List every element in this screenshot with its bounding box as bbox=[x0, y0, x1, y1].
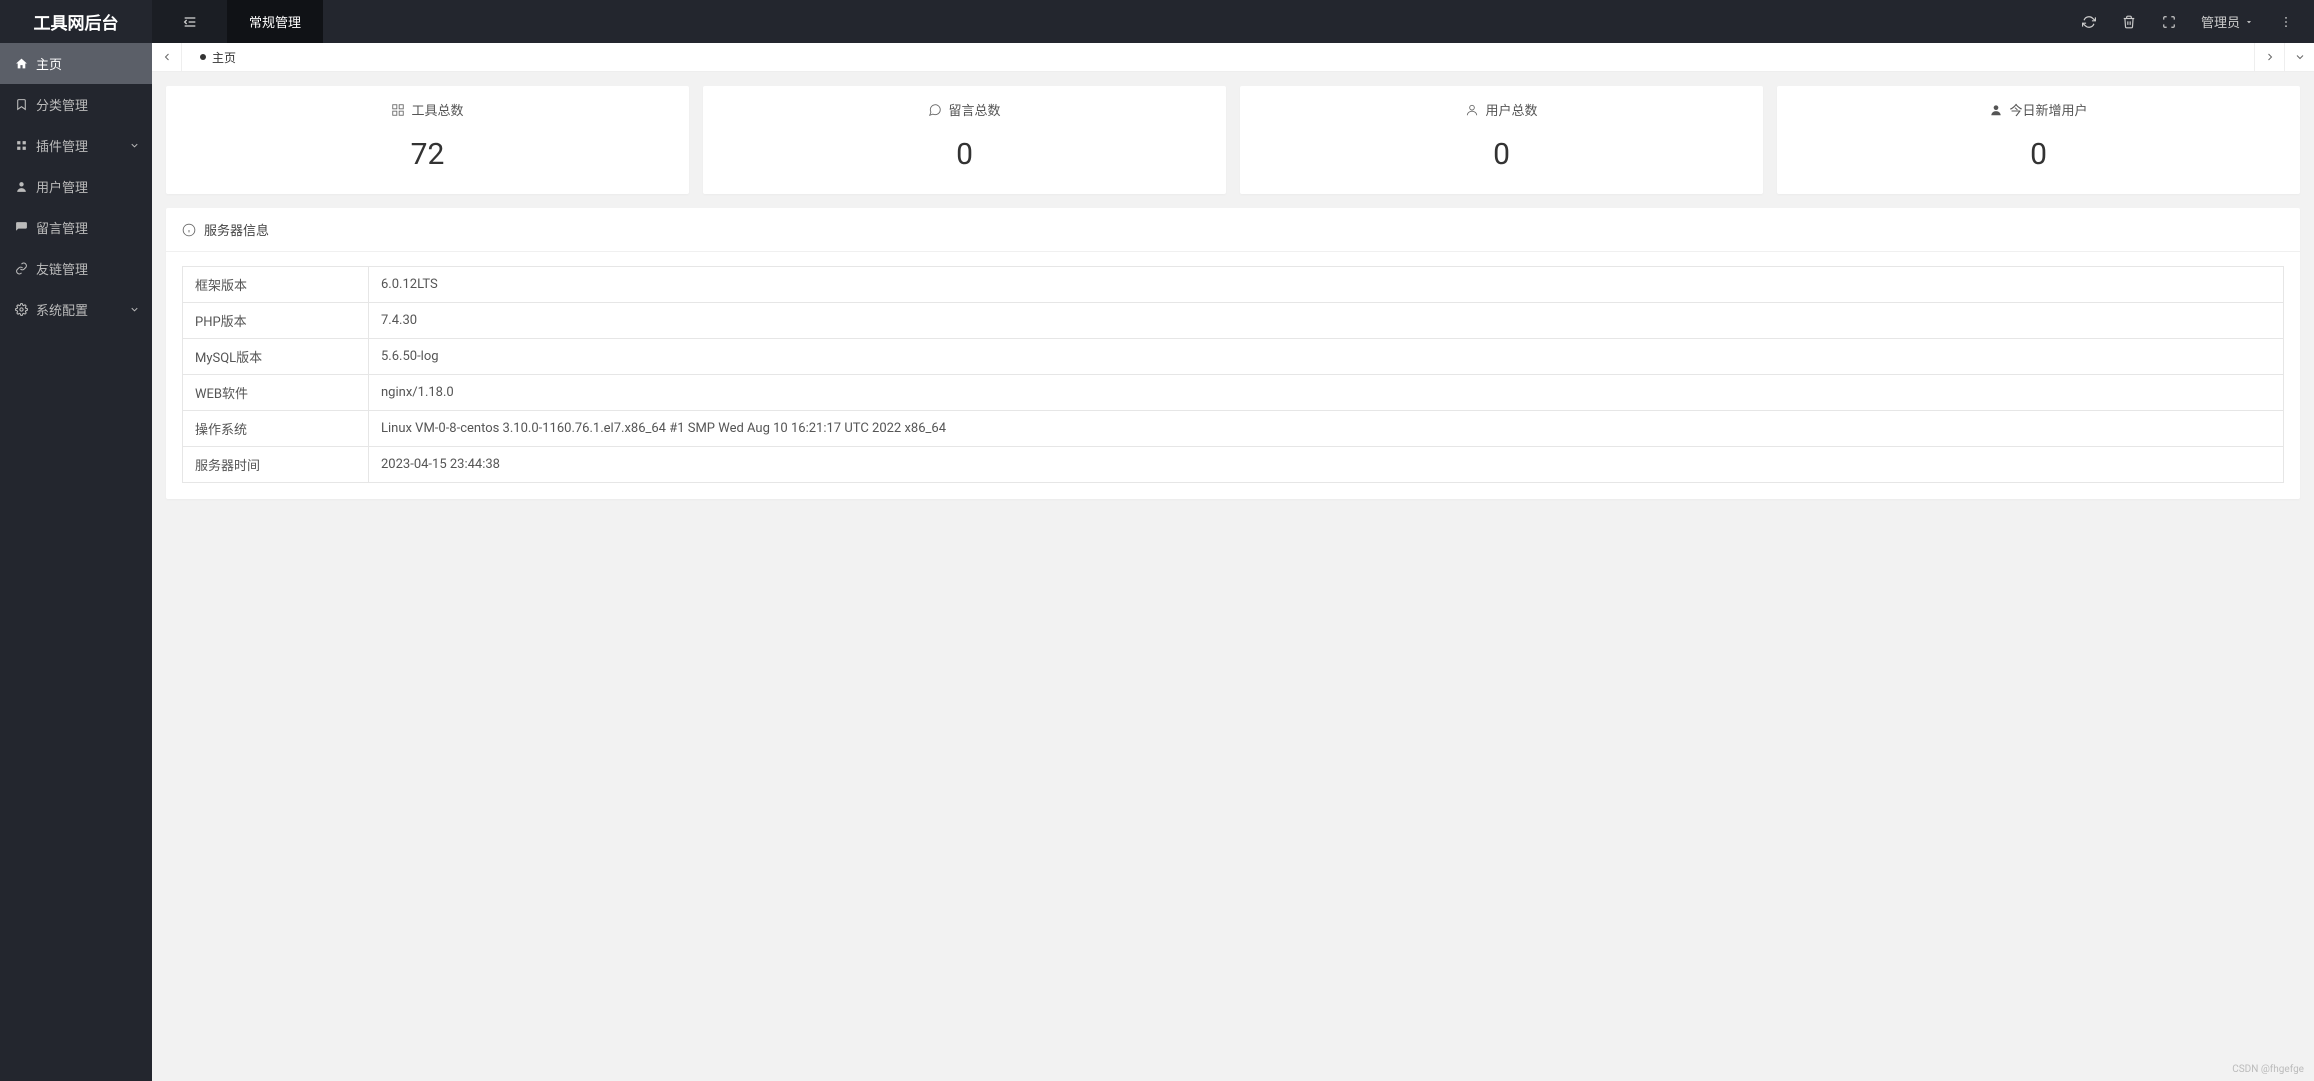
more-vertical-icon bbox=[2279, 15, 2293, 29]
stat-card-messages: 留言总数 0 bbox=[703, 86, 1226, 194]
table-row: PHP版本7.4.30 bbox=[183, 303, 2284, 339]
user-menu[interactable]: 管理员 bbox=[2189, 12, 2266, 31]
info-value: 5.6.50-log bbox=[369, 339, 2284, 375]
tabs-bar: 主页 bbox=[152, 43, 2314, 72]
refresh-icon bbox=[2082, 15, 2096, 29]
comments-icon bbox=[14, 221, 28, 234]
table-row: 框架版本6.0.12LTS bbox=[183, 267, 2284, 303]
apps-icon bbox=[391, 103, 405, 117]
sidebar-item-category[interactable]: 分类管理 bbox=[0, 84, 152, 125]
info-value: 2023-04-15 23:44:38 bbox=[369, 447, 2284, 483]
tabs-scroll-right[interactable] bbox=[2254, 43, 2284, 71]
stat-value: 72 bbox=[166, 137, 689, 172]
table-row: MySQL版本5.6.50-log bbox=[183, 339, 2284, 375]
stat-title: 今日新增用户 bbox=[2009, 100, 2087, 119]
panel-body: 框架版本6.0.12LTS PHP版本7.4.30 MySQL版本5.6.50-… bbox=[166, 252, 2300, 499]
sidebar-toggle-button[interactable] bbox=[152, 0, 227, 43]
nav-item-general[interactable]: 常规管理 bbox=[227, 0, 323, 43]
stat-title: 留言总数 bbox=[948, 100, 1000, 119]
chevron-down-icon bbox=[2294, 51, 2306, 63]
sidebar-item-label: 友链管理 bbox=[36, 259, 88, 278]
tab-label: 主页 bbox=[212, 49, 236, 66]
panel-title: 服务器信息 bbox=[204, 220, 269, 239]
chevron-down-icon bbox=[129, 140, 140, 151]
sidebar: 主页 分类管理 插件管理 用户管理 留言管理 友链管理 bbox=[0, 43, 152, 1081]
home-icon bbox=[14, 57, 28, 70]
sidebar-item-plugin[interactable]: 插件管理 bbox=[0, 125, 152, 166]
stat-title: 工具总数 bbox=[411, 100, 463, 119]
more-button[interactable] bbox=[2266, 0, 2306, 43]
table-row: 服务器时间2023-04-15 23:44:38 bbox=[183, 447, 2284, 483]
sidebar-item-message[interactable]: 留言管理 bbox=[0, 207, 152, 248]
link-icon bbox=[14, 262, 28, 275]
server-info-panel: 服务器信息 框架版本6.0.12LTS PHP版本7.4.30 MySQL版本5… bbox=[166, 208, 2300, 499]
info-value: 6.0.12LTS bbox=[369, 267, 2284, 303]
app-logo: 工具网后台 bbox=[0, 0, 152, 43]
header-right: 管理员 bbox=[2069, 0, 2314, 43]
chevron-down-icon bbox=[129, 304, 140, 315]
info-label: 框架版本 bbox=[183, 267, 369, 303]
info-value: nginx/1.18.0 bbox=[369, 375, 2284, 411]
stat-card-users: 用户总数 0 bbox=[1240, 86, 1763, 194]
stat-row: 工具总数 72 留言总数 0 用户总数 bbox=[166, 86, 2300, 194]
sidebar-item-user[interactable]: 用户管理 bbox=[0, 166, 152, 207]
info-label: WEB软件 bbox=[183, 375, 369, 411]
sidebar-item-label: 系统配置 bbox=[36, 300, 88, 319]
stat-value: 0 bbox=[1240, 137, 1763, 172]
message-icon bbox=[928, 103, 942, 117]
sidebar-item-label: 留言管理 bbox=[36, 218, 88, 237]
refresh-button[interactable] bbox=[2069, 0, 2109, 43]
sidebar-item-label: 主页 bbox=[36, 54, 62, 73]
info-label: MySQL版本 bbox=[183, 339, 369, 375]
info-icon bbox=[182, 223, 196, 237]
info-value: 7.4.30 bbox=[369, 303, 2284, 339]
stat-card-new-users: 今日新增用户 0 bbox=[1777, 86, 2300, 194]
watermark: CSDN @fhgefge bbox=[2232, 1064, 2304, 1075]
tab-home[interactable]: 主页 bbox=[182, 43, 254, 71]
bookmark-icon bbox=[14, 98, 28, 111]
stat-card-tools: 工具总数 72 bbox=[166, 86, 689, 194]
sidebar-item-home[interactable]: 主页 bbox=[0, 43, 152, 84]
sidebar-item-system[interactable]: 系统配置 bbox=[0, 289, 152, 330]
panel-header: 服务器信息 bbox=[166, 208, 2300, 252]
info-label: 服务器时间 bbox=[183, 447, 369, 483]
info-value: Linux VM-0-8-centos 3.10.0-1160.76.1.el7… bbox=[369, 411, 2284, 447]
indent-icon bbox=[182, 14, 198, 30]
user-label: 管理员 bbox=[2201, 12, 2240, 31]
info-label: 操作系统 bbox=[183, 411, 369, 447]
fullscreen-icon bbox=[2162, 15, 2176, 29]
table-row: 操作系统Linux VM-0-8-centos 3.10.0-1160.76.1… bbox=[183, 411, 2284, 447]
tabs-list: 主页 bbox=[182, 43, 2254, 71]
person-icon bbox=[1465, 103, 1479, 117]
tabs-dropdown[interactable] bbox=[2284, 43, 2314, 71]
stat-title: 用户总数 bbox=[1485, 100, 1537, 119]
tabs-scroll-left[interactable] bbox=[152, 43, 182, 71]
sidebar-item-label: 用户管理 bbox=[36, 177, 88, 196]
sidebar-item-label: 分类管理 bbox=[36, 95, 88, 114]
plugin-icon bbox=[14, 139, 28, 152]
header-nav: 常规管理 bbox=[227, 0, 323, 43]
cogs-icon bbox=[14, 303, 28, 316]
stat-value: 0 bbox=[1777, 137, 2300, 172]
chevron-left-icon bbox=[161, 51, 173, 63]
stat-value: 0 bbox=[703, 137, 1226, 172]
person-solid-icon bbox=[1989, 103, 2003, 117]
tab-dot-icon bbox=[200, 54, 206, 60]
info-label: PHP版本 bbox=[183, 303, 369, 339]
content: 工具总数 72 留言总数 0 用户总数 bbox=[152, 72, 2314, 1081]
user-icon bbox=[14, 180, 28, 193]
sidebar-item-friendlink[interactable]: 友链管理 bbox=[0, 248, 152, 289]
server-info-table: 框架版本6.0.12LTS PHP版本7.4.30 MySQL版本5.6.50-… bbox=[182, 266, 2284, 483]
top-header: 工具网后台 常规管理 管理员 bbox=[0, 0, 2314, 43]
trash-icon bbox=[2122, 15, 2136, 29]
caret-down-icon bbox=[2244, 17, 2254, 27]
fullscreen-button[interactable] bbox=[2149, 0, 2189, 43]
table-row: WEB软件nginx/1.18.0 bbox=[183, 375, 2284, 411]
sidebar-item-label: 插件管理 bbox=[36, 136, 88, 155]
clear-button[interactable] bbox=[2109, 0, 2149, 43]
main-area: 主页 工具总数 72 bbox=[152, 43, 2314, 1081]
chevron-right-icon bbox=[2264, 51, 2276, 63]
